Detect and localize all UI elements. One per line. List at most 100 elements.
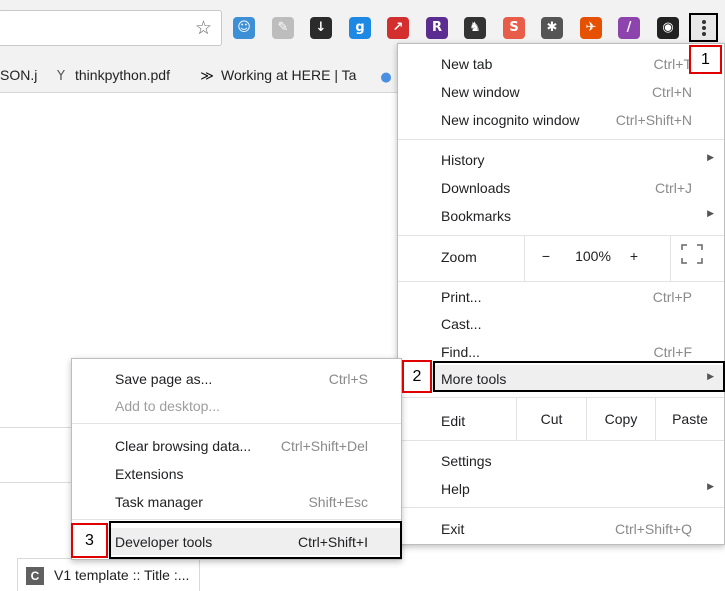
fullscreen-icon (681, 244, 703, 264)
bookmark-item[interactable]: SON.j (0, 67, 37, 83)
menu-item-new-tab[interactable]: New tab Ctrl+T (398, 50, 724, 77)
color-wheel-icon[interactable]: ◉ (657, 17, 679, 39)
menu-item-shortcut: Ctrl+J (655, 180, 692, 196)
cut-button[interactable]: Cut (517, 411, 586, 427)
menu-item-new-incognito-window[interactable]: New incognito window Ctrl+Shift+N (398, 106, 724, 133)
y-icon: Y (57, 69, 65, 84)
g-logo-icon[interactable]: g (349, 17, 371, 39)
menu-item-shortcut: Ctrl+N (651, 84, 692, 100)
bookmark-item[interactable]: ≫ Working at HERE | Ta (199, 67, 356, 84)
menu-item-label: Downloads (441, 180, 511, 196)
menu-item-save-page-as[interactable]: Save page as... Ctrl+S (72, 365, 401, 392)
bookmark-label: Working at HERE | Ta (221, 67, 357, 83)
s-logo-icon[interactable]: S (503, 17, 525, 39)
menu-separator (398, 440, 724, 441)
r-logo-icon[interactable]: R (426, 17, 448, 39)
bookmark-label: SON.j (0, 67, 38, 83)
notepad-icon[interactable]: ✎ (272, 17, 294, 39)
menu-item-shortcut: Ctrl+S (328, 371, 368, 387)
menu-item-shortcut: Ctrl+Shift+Q (614, 521, 692, 537)
evernote-icon[interactable]: ♞ (464, 17, 486, 39)
tab-chip-title: V1 template :: Title :... (54, 567, 190, 583)
menu-item-label: New incognito window (441, 112, 580, 128)
menu-item-label: Save page as... (115, 371, 213, 387)
bird-icon[interactable]: ✈ (580, 17, 602, 39)
page-divider (0, 427, 72, 428)
menu-item-label: Find... (441, 344, 480, 360)
step-1-annotation: 1 (689, 45, 722, 74)
menu-separator (398, 235, 724, 236)
menu-item-clear-browsing-data[interactable]: Clear browsing data... Ctrl+Shift+Del (72, 432, 401, 459)
menu-item-shortcut: Ctrl+Shift+Del (280, 438, 368, 454)
menu-item-label: Bookmarks (441, 208, 512, 224)
menu-item-downloads[interactable]: Downloads Ctrl+J (398, 174, 724, 201)
submenu-arrow-icon: ▶ (707, 153, 714, 163)
menu-item-label: Zoom (441, 249, 477, 265)
copy-button[interactable]: Copy (587, 411, 655, 427)
browser-window: ☆ ☺ ✎ ↓ g ↗ R ♞ S ✱ ✈ / ◉ SON.j Ythinkpython.pdf ≫ W… (0, 0, 725, 591)
menu-item-bookmarks[interactable]: Bookmarks ▶ (398, 202, 724, 229)
menu-item-add-to-desktop: Add to desktop... (72, 392, 401, 419)
menu-dot-icon (702, 20, 706, 24)
menu-item-label: Print... (441, 289, 482, 305)
menu-item-label: New tab (441, 56, 493, 72)
more-tools-outline (433, 361, 725, 392)
menu-item-shortcut: Ctrl+P (652, 289, 692, 305)
menu-item-label: Extensions (115, 466, 184, 482)
download-arrow-icon[interactable]: ↓ (310, 17, 332, 39)
menu-separator (398, 139, 724, 140)
menu-item-shortcut: Ctrl+F (653, 344, 693, 360)
page-tab-chip[interactable]: C V1 template :: Title :... (17, 558, 200, 591)
menu-item-zoom: Zoom (398, 243, 724, 273)
red-arrow-icon[interactable]: ↗ (387, 17, 409, 39)
menu-item-cast[interactable]: Cast... (398, 310, 724, 337)
menu-item-task-manager[interactable]: Task manager Shift+Esc (72, 488, 401, 515)
menu-item-print[interactable]: Print... Ctrl+P (398, 283, 724, 310)
menu-item-label: Help (441, 481, 470, 497)
zoom-level-value: 100% (575, 248, 611, 264)
step-3-annotation: 3 (71, 523, 108, 558)
robot-icon[interactable]: ☺ (233, 17, 255, 39)
bookmark-item[interactable]: Ythinkpython.pdf (53, 67, 170, 84)
developer-tools-outline (109, 521, 402, 559)
c-favicon-icon: C (26, 567, 44, 585)
zoom-divider (524, 236, 525, 281)
menu-item-help[interactable]: Help ▶ (398, 475, 724, 502)
menu-item-label: Settings (441, 453, 492, 469)
zoom-in-button[interactable]: + (624, 248, 644, 264)
bookmark-star-icon[interactable]: ☆ (195, 17, 212, 39)
menu-separator (72, 519, 401, 520)
menu-item-label: Exit (441, 521, 465, 537)
menu-item-settings[interactable]: Settings (398, 447, 724, 474)
fullscreen-button[interactable] (678, 244, 706, 267)
here-logo-icon: ≫ (200, 69, 214, 84)
menu-dot-icon (702, 26, 706, 30)
menu-item-history[interactable]: History ▶ (398, 146, 724, 173)
menu-item-exit[interactable]: Exit Ctrl+Shift+Q (398, 515, 724, 542)
paste-button[interactable]: Paste (656, 411, 724, 427)
menu-item-label: Cast... (441, 316, 482, 332)
address-bar[interactable] (0, 10, 222, 46)
pen-icon[interactable]: / (618, 17, 640, 39)
menu-separator (398, 281, 724, 282)
menu-item-extensions[interactable]: Extensions (72, 460, 401, 487)
network-icon[interactable]: ✱ (541, 17, 563, 39)
step-2-annotation: 2 (402, 360, 432, 393)
menu-item-label: History (441, 152, 485, 168)
menu-item-new-window[interactable]: New window Ctrl+N (398, 78, 724, 105)
menu-item-label: Task manager (115, 494, 203, 510)
menu-item-label: Clear browsing data... (115, 438, 252, 454)
menu-item-shortcut: Ctrl+T (653, 56, 693, 72)
page-divider (0, 482, 72, 483)
chrome-menu-button[interactable] (689, 13, 718, 42)
chrome-main-menu: New tab Ctrl+T New window Ctrl+N New inc… (397, 43, 725, 545)
menu-separator (398, 507, 724, 508)
submenu-arrow-icon: ▶ (707, 209, 714, 219)
menu-item-label: Add to desktop... (115, 398, 221, 414)
bookmark-label: thinkpython.pdf (75, 67, 170, 83)
blue-dots-icon: ● (380, 70, 392, 85)
menu-item-shortcut: Shift+Esc (308, 494, 368, 510)
zoom-out-button[interactable]: − (536, 248, 556, 264)
submenu-arrow-icon: ▶ (707, 482, 714, 492)
menu-item-shortcut: Ctrl+Shift+N (615, 112, 692, 128)
